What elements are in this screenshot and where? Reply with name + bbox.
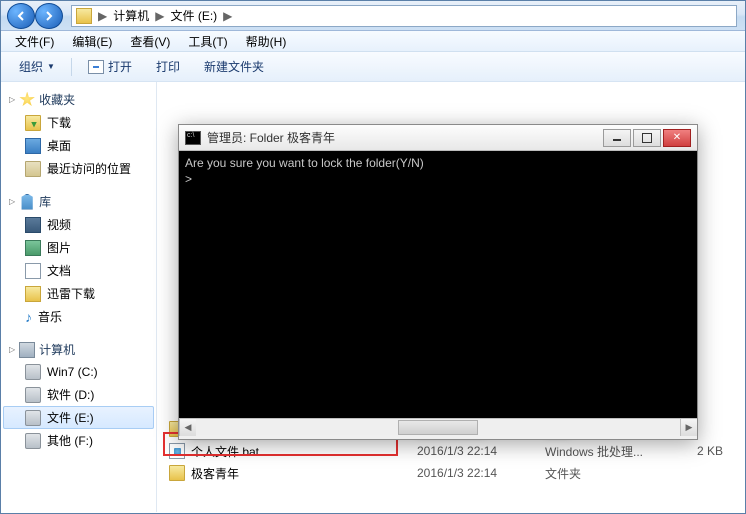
cmd-title-text: 管理员: Folder 极客青年	[207, 129, 603, 146]
open-icon	[88, 60, 104, 74]
file-type: Windows 批处理...	[545, 443, 665, 460]
sidebar-thunder[interactable]: 迅雷下载	[3, 282, 154, 305]
maximize-button[interactable]	[633, 129, 661, 147]
sidebar-recent[interactable]: 最近访问的位置	[3, 157, 154, 180]
thunder-icon	[25, 286, 41, 302]
file-row-bat[interactable]: 个人文件.bat 2016/1/3 22:14 Windows 批处理... 2…	[157, 440, 745, 462]
addr-sep: ▶	[223, 9, 232, 23]
addr-sep: ▶	[155, 9, 164, 23]
music-icon: ♪	[25, 310, 32, 324]
cmd-output[interactable]: Are you sure you want to lock the folder…	[179, 151, 697, 418]
cmd-scrollbar[interactable]: ◀ ▶	[179, 418, 697, 435]
open-button[interactable]: 打开	[78, 54, 142, 79]
desktop-icon	[25, 138, 41, 154]
library-icon	[19, 194, 35, 210]
toolbar: 组织▼ 打开 打印 新建文件夹	[1, 52, 745, 82]
file-date: 2016/1/3 22:14	[417, 466, 537, 480]
drive-icon	[76, 8, 92, 24]
sidebar-pictures[interactable]: 图片	[3, 236, 154, 259]
menu-help[interactable]: 帮助(H)	[238, 31, 295, 52]
file-name: 极客青年	[191, 465, 239, 482]
titlebar: ▶ 计算机 ▶ 文件 (E:) ▶	[1, 1, 745, 31]
file-size: 2 KB	[673, 444, 733, 458]
bat-icon	[169, 443, 185, 459]
sidebar-libraries[interactable]: ▷库	[3, 190, 154, 213]
cmd-titlebar[interactable]: 管理员: Folder 极客青年 ✕	[179, 125, 697, 151]
close-button[interactable]: ✕	[663, 129, 691, 147]
menubar: 文件(F) 编辑(E) 查看(V) 工具(T) 帮助(H)	[1, 31, 745, 52]
drive-icon	[25, 387, 41, 403]
addr-sep: ▶	[98, 9, 107, 23]
minimize-button[interactable]	[603, 129, 631, 147]
sidebar-favorites[interactable]: ▷收藏夹	[3, 88, 154, 111]
scroll-left[interactable]: ◀	[179, 419, 196, 436]
cmd-prompt: >	[185, 171, 691, 187]
menu-file[interactable]: 文件(F)	[7, 31, 62, 52]
sidebar-drive-e[interactable]: 文件 (E:)	[3, 406, 154, 429]
organize-button[interactable]: 组织▼	[9, 54, 65, 79]
drive-icon	[25, 410, 41, 426]
drive-icon	[25, 364, 41, 380]
folder-icon	[25, 115, 41, 131]
folder-icon	[169, 465, 185, 481]
sidebar-drive-c[interactable]: Win7 (C:)	[3, 361, 154, 383]
menu-tools[interactable]: 工具(T)	[180, 31, 235, 52]
back-button[interactable]	[7, 3, 35, 29]
sidebar-downloads[interactable]: 下载	[3, 111, 154, 134]
menu-edit[interactable]: 编辑(E)	[64, 31, 120, 52]
scroll-right[interactable]: ▶	[680, 419, 697, 436]
sidebar-documents[interactable]: 文档	[3, 259, 154, 282]
file-row-folder[interactable]: 极客青年 2016/1/3 22:14 文件夹	[157, 462, 745, 484]
sidebar-music[interactable]: ♪音乐	[3, 305, 154, 328]
video-icon	[25, 217, 41, 233]
computer-icon	[19, 342, 35, 358]
addr-seg-drive[interactable]: 文件 (E:)	[170, 7, 217, 24]
sidebar-videos[interactable]: 视频	[3, 213, 154, 236]
menu-view[interactable]: 查看(V)	[122, 31, 178, 52]
file-date: 2016/1/3 22:14	[417, 444, 537, 458]
address-bar[interactable]: ▶ 计算机 ▶ 文件 (E:) ▶	[71, 5, 737, 27]
file-type: 文件夹	[545, 465, 665, 482]
documents-icon	[25, 263, 41, 279]
sidebar: ▷收藏夹 下载 桌面 最近访问的位置 ▷库 视频 图片 文档 迅雷下载 ♪音乐 …	[1, 82, 157, 512]
scroll-thumb[interactable]	[398, 420, 478, 435]
forward-button[interactable]	[35, 3, 63, 29]
recent-icon	[25, 161, 41, 177]
addr-seg-computer[interactable]: 计算机	[113, 7, 149, 24]
star-icon	[19, 92, 35, 108]
sidebar-drive-d[interactable]: 软件 (D:)	[3, 383, 154, 406]
sidebar-drive-f[interactable]: 其他 (F:)	[3, 429, 154, 452]
cmd-window[interactable]: 管理员: Folder 极客青年 ✕ Are you sure you want…	[178, 124, 698, 440]
cmd-line: Are you sure you want to lock the folder…	[185, 155, 691, 171]
cmd-icon	[185, 131, 201, 145]
file-name: 个人文件.bat	[191, 443, 259, 460]
sidebar-computer[interactable]: ▷计算机	[3, 338, 154, 361]
print-button[interactable]: 打印	[146, 54, 190, 79]
drive-icon	[25, 433, 41, 449]
pictures-icon	[25, 240, 41, 256]
new-folder-button[interactable]: 新建文件夹	[194, 54, 274, 79]
sidebar-desktop[interactable]: 桌面	[3, 134, 154, 157]
